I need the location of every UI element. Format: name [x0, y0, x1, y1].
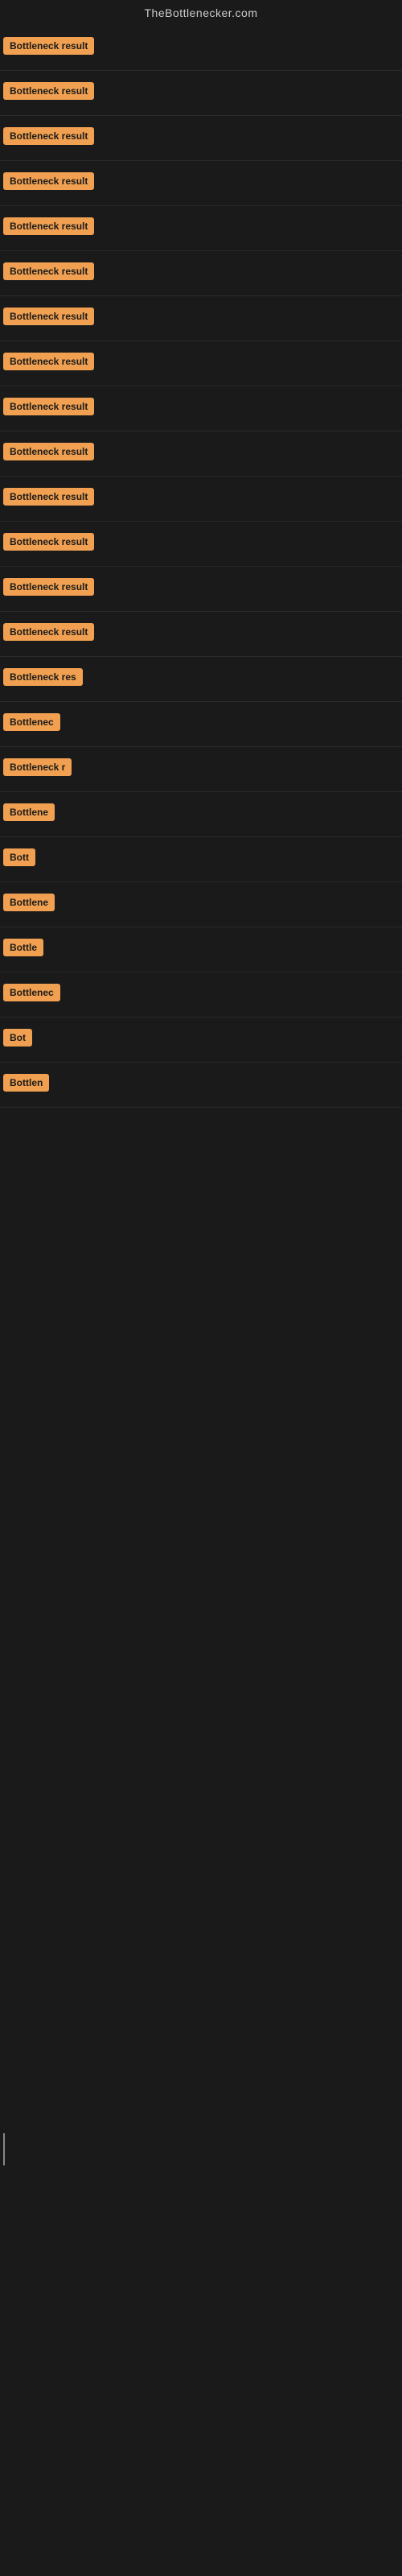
- bottleneck-badge[interactable]: Bottlenec: [3, 713, 60, 731]
- list-item[interactable]: Bottlenec: [0, 702, 402, 747]
- list-item[interactable]: Bottlenec: [0, 972, 402, 1018]
- list-item[interactable]: Bottleneck result: [0, 431, 402, 477]
- list-item[interactable]: Bott: [0, 837, 402, 882]
- list-item[interactable]: Bottleneck result: [0, 251, 402, 296]
- list-item[interactable]: Bot: [0, 1018, 402, 1063]
- list-item[interactable]: Bottle: [0, 927, 402, 972]
- bottleneck-badge[interactable]: Bottleneck result: [3, 127, 94, 145]
- list-item[interactable]: Bottleneck result: [0, 477, 402, 522]
- list-item[interactable]: Bottleneck res: [0, 657, 402, 702]
- list-item[interactable]: Bottlene: [0, 792, 402, 837]
- bottleneck-badge[interactable]: Bottleneck result: [3, 37, 94, 55]
- bottleneck-badge[interactable]: Bott: [3, 848, 35, 866]
- bottleneck-badge[interactable]: Bottleneck r: [3, 758, 72, 776]
- list-item[interactable]: Bottleneck result: [0, 341, 402, 386]
- list-item[interactable]: Bottleneck result: [0, 161, 402, 206]
- bottleneck-badge[interactable]: Bottleneck result: [3, 398, 94, 415]
- bottleneck-badge[interactable]: Bottlene: [3, 894, 55, 911]
- site-title: TheBottlenecker.com: [0, 0, 402, 26]
- list-item[interactable]: Bottleneck result: [0, 522, 402, 567]
- bottleneck-badge[interactable]: Bottleneck result: [3, 443, 94, 460]
- list-item[interactable]: Bottleneck result: [0, 116, 402, 161]
- list-item[interactable]: Bottleneck result: [0, 71, 402, 116]
- bottleneck-badge[interactable]: Bottleneck result: [3, 533, 94, 551]
- bottleneck-badge[interactable]: Bottlene: [3, 803, 55, 821]
- list-item[interactable]: Bottleneck result: [0, 296, 402, 341]
- bottleneck-badge[interactable]: Bottleneck result: [3, 262, 94, 280]
- list-item[interactable]: Bottleneck result: [0, 567, 402, 612]
- bottleneck-badge[interactable]: Bottleneck result: [3, 308, 94, 325]
- list-item[interactable]: Bottlene: [0, 882, 402, 927]
- list-item[interactable]: Bottleneck result: [0, 206, 402, 251]
- bottleneck-badge[interactable]: Bottleneck result: [3, 353, 94, 370]
- bottleneck-badge[interactable]: Bottleneck result: [3, 488, 94, 506]
- bottleneck-badge[interactable]: Bottleneck result: [3, 578, 94, 596]
- bottleneck-badge[interactable]: Bottleneck result: [3, 623, 94, 641]
- list-item[interactable]: Bottleneck result: [0, 386, 402, 431]
- cursor: [3, 2133, 5, 2165]
- bottleneck-badge[interactable]: Bottleneck result: [3, 82, 94, 100]
- bottleneck-badge[interactable]: Bottle: [3, 939, 43, 956]
- list-item[interactable]: Bottleneck result: [0, 26, 402, 71]
- bottleneck-badge[interactable]: Bottlenec: [3, 984, 60, 1001]
- bottleneck-badge[interactable]: Bot: [3, 1029, 32, 1046]
- bottleneck-badge[interactable]: Bottleneck result: [3, 172, 94, 190]
- bottleneck-badge[interactable]: Bottleneck result: [3, 217, 94, 235]
- list-item[interactable]: Bottleneck r: [0, 747, 402, 792]
- list-item[interactable]: Bottleneck result: [0, 612, 402, 657]
- bottleneck-badge[interactable]: Bottlen: [3, 1074, 49, 1092]
- list-item[interactable]: Bottlen: [0, 1063, 402, 1108]
- bottleneck-badge[interactable]: Bottleneck res: [3, 668, 83, 686]
